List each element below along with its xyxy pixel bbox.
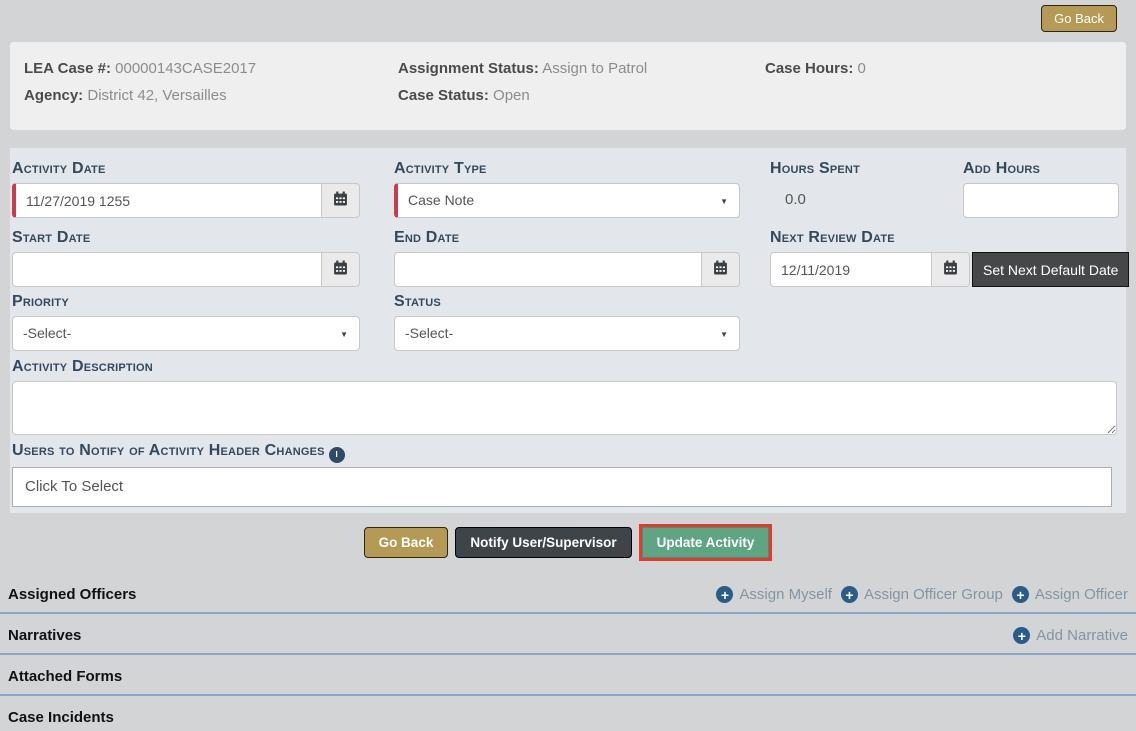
assignment-status-field: Assignment Status: Assign to Patrol (398, 60, 765, 77)
chevron-down-icon: ▼ (340, 317, 348, 352)
case-info-grid: LEA Case #: 00000143CASE2017 Assignment … (24, 60, 1112, 104)
assigned-officers-title: Assigned Officers (8, 586, 136, 603)
case-info-panel: LEA Case #: 00000143CASE2017 Assignment … (10, 42, 1126, 130)
calendar-icon (333, 260, 348, 280)
start-date-label: Start Date (12, 227, 360, 248)
users-to-notify-selector[interactable]: Click To Select (12, 467, 1112, 507)
case-hours-label: Case Hours: (765, 60, 853, 77)
end-date-label: End Date (394, 227, 740, 248)
activity-date-label: Activity Date (12, 158, 360, 179)
plus-circle-icon: + (1013, 627, 1030, 644)
priority-group: Priority -Select- ▼ (12, 291, 360, 351)
activity-type-select[interactable]: Case Note ▼ (394, 183, 740, 218)
activity-description-label: Activity Description (12, 356, 1117, 377)
users-to-notify-label: Users to Notify of Activity Header Chang… (12, 440, 1117, 463)
plus-circle-icon: + (716, 586, 733, 603)
assign-officer-group-label: Assign Officer Group (864, 586, 1003, 603)
plus-circle-icon: + (841, 586, 858, 603)
assign-officer-label: Assign Officer (1035, 586, 1128, 603)
activity-description-textarea[interactable] (12, 381, 1117, 435)
calendar-icon (943, 260, 958, 280)
next-review-date-group: Next Review Date Set Next Default Date (770, 227, 1122, 287)
narratives-section: Narratives + Add Narrative (0, 614, 1136, 655)
assign-myself-link[interactable]: + Assign Myself (716, 586, 832, 603)
priority-select[interactable]: -Select- ▼ (12, 316, 360, 351)
end-date-group: End Date (394, 227, 740, 287)
calendar-icon (713, 260, 728, 280)
attached-forms-section: Attached Forms (0, 655, 1136, 696)
status-selected-value: -Select- (405, 325, 453, 341)
status-group: Status -Select- ▼ (394, 291, 740, 351)
form-actions: Go Back Notify User/Supervisor Update Ac… (0, 524, 1136, 561)
start-date-input[interactable] (12, 252, 322, 287)
agency-value: District 42, Versailles (87, 87, 226, 104)
priority-label: Priority (12, 291, 360, 312)
lea-case-value: 00000143CASE2017 (115, 60, 256, 77)
notify-user-supervisor-button[interactable]: Notify User/Supervisor (455, 527, 631, 558)
activity-form-panel: Activity Date Activity Type Case Note ▼ … (10, 148, 1126, 513)
activity-date-group: Activity Date (12, 158, 360, 218)
priority-selected-value: -Select- (23, 325, 71, 341)
chevron-down-icon: ▼ (720, 184, 728, 219)
add-hours-input[interactable] (963, 183, 1119, 218)
assignment-status-label: Assignment Status: (398, 60, 539, 77)
assign-myself-label: Assign Myself (739, 586, 832, 603)
status-select[interactable]: -Select- ▼ (394, 316, 740, 351)
case-hours-field: Case Hours: 0 (765, 60, 1112, 77)
attached-forms-title: Attached Forms (8, 668, 122, 685)
activity-description-group: Activity Description (12, 356, 1117, 440)
case-hours-value: 0 (858, 60, 866, 77)
plus-circle-icon: + (1012, 586, 1029, 603)
assign-officer-group-link[interactable]: + Assign Officer Group (841, 586, 1003, 603)
chevron-down-icon: ▼ (720, 317, 728, 352)
add-hours-group: Add Hours (963, 158, 1119, 218)
lea-case-field: LEA Case #: 00000143CASE2017 (24, 60, 398, 77)
assigned-officers-section: Assigned Officers + Assign Myself + Assi… (0, 573, 1136, 614)
narratives-title: Narratives (8, 627, 81, 644)
info-icon[interactable]: i (329, 447, 345, 463)
set-next-default-date-button[interactable]: Set Next Default Date (972, 252, 1129, 287)
case-incidents-section: Case Incidents (0, 696, 1136, 731)
add-hours-label: Add Hours (963, 158, 1119, 179)
end-date-calendar-button[interactable] (702, 252, 740, 287)
users-to-notify-group: Users to Notify of Activity Header Chang… (12, 440, 1117, 507)
agency-field: Agency: District 42, Versailles (24, 87, 398, 104)
activity-type-selected-value: Case Note (408, 192, 474, 208)
assignment-status-value: Assign to Patrol (542, 60, 647, 77)
add-narrative-link[interactable]: + Add Narrative (1013, 627, 1128, 644)
activity-date-calendar-button[interactable] (322, 183, 360, 218)
add-narrative-label: Add Narrative (1036, 627, 1128, 644)
status-label: Status (394, 291, 740, 312)
next-review-date-input[interactable] (770, 252, 932, 287)
hours-spent-value: 0.0 (770, 183, 950, 208)
case-status-field: Case Status: Open (398, 87, 765, 104)
activity-date-input[interactable] (12, 183, 322, 218)
end-date-input[interactable] (394, 252, 702, 287)
start-date-group: Start Date (12, 227, 360, 287)
activity-type-label: Activity Type (394, 158, 740, 179)
case-status-value: Open (493, 87, 530, 104)
case-incidents-title: Case Incidents (8, 709, 114, 726)
go-back-button-top[interactable]: Go Back (1041, 5, 1117, 32)
update-activity-highlight: Update Activity (639, 524, 773, 561)
calendar-icon (333, 191, 348, 211)
hours-spent-group: Hours Spent 0.0 (770, 158, 950, 208)
activity-type-group: Activity Type Case Note ▼ (394, 158, 740, 218)
bottom-sections: Assigned Officers + Assign Myself + Assi… (0, 573, 1136, 731)
next-review-date-calendar-button[interactable] (932, 252, 970, 287)
go-back-button[interactable]: Go Back (364, 527, 449, 558)
start-date-calendar-button[interactable] (322, 252, 360, 287)
lea-case-label: LEA Case #: (24, 60, 111, 77)
hours-spent-label: Hours Spent (770, 158, 950, 179)
agency-label: Agency: (24, 87, 83, 104)
top-bar: Go Back (0, 0, 1136, 38)
case-status-label: Case Status: (398, 87, 489, 104)
update-activity-button[interactable]: Update Activity (642, 527, 770, 558)
next-review-date-label: Next Review Date (770, 227, 1122, 248)
assign-officer-link[interactable]: + Assign Officer (1012, 586, 1128, 603)
